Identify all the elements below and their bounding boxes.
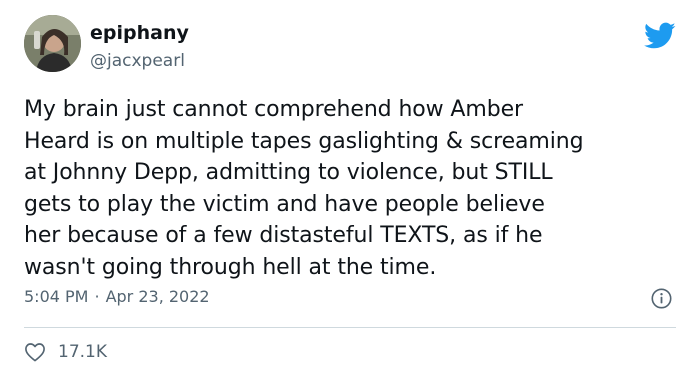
tweet-date[interactable]: Apr 23, 2022 bbox=[106, 287, 210, 306]
author-display-name[interactable]: epiphany bbox=[90, 24, 189, 43]
tweet-time[interactable]: 5:04 PM bbox=[24, 287, 88, 306]
tweet-timestamp[interactable]: 5:04 PM · Apr 23, 2022 bbox=[24, 289, 210, 305]
avatar[interactable] bbox=[24, 15, 81, 72]
tweet-card: epiphany @jacxpearl My brain just cannot… bbox=[0, 0, 700, 380]
like-button[interactable]: 17.1K bbox=[24, 342, 107, 362]
tweet-text: My brain just cannot comprehend how Ambe… bbox=[24, 97, 584, 280]
heart-icon[interactable] bbox=[24, 342, 46, 362]
divider bbox=[24, 327, 676, 328]
like-count: 17.1K bbox=[58, 342, 107, 362]
twitter-bird-icon[interactable] bbox=[644, 22, 676, 50]
info-icon[interactable] bbox=[651, 288, 672, 309]
meta-separator: · bbox=[94, 287, 100, 306]
author-handle[interactable]: @jacxpearl bbox=[90, 53, 185, 70]
